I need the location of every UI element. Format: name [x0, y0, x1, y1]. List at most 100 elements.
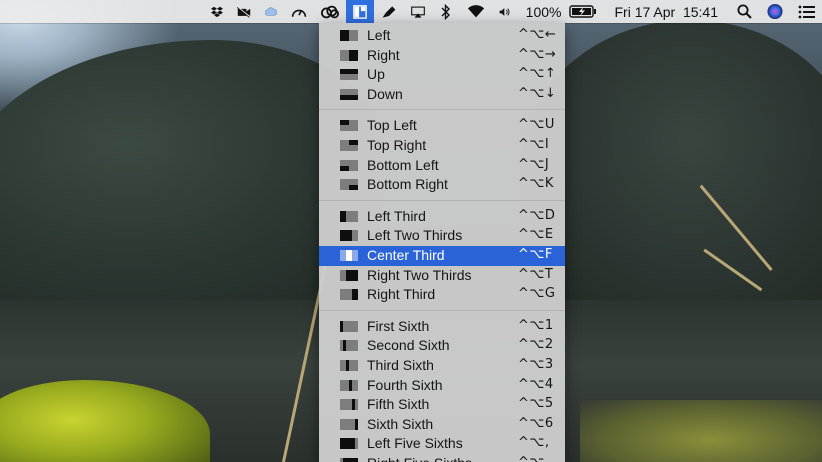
two-thirds-right-icon — [340, 269, 358, 281]
menu-item-shortcut: ^⌥G — [518, 286, 556, 302]
menu-item-label: Top Left — [367, 117, 417, 134]
menu-item-label: Down — [367, 85, 403, 102]
menu-item-label: Left Five Sixths — [367, 435, 463, 452]
airplay-icon[interactable] — [404, 0, 432, 23]
sixth-1-icon — [340, 320, 358, 332]
menu-item-left-five-sixths[interactable]: Left Five Sixths ^⌥, — [319, 434, 565, 454]
battery-percent-text: 100% — [525, 3, 562, 20]
menu-item-label: First Sixth — [367, 317, 430, 334]
menu-item-shortcut: ^⌥E — [518, 227, 554, 243]
menu-item-label: Left — [367, 27, 391, 43]
menu-item-shortcut: ^⌥4 — [518, 376, 554, 392]
menu-item-bottom-right[interactable]: Bottom Right ^⌥K — [319, 175, 565, 195]
five-sixths-right-icon — [340, 458, 358, 462]
half-right-icon — [340, 49, 358, 61]
clock[interactable]: Fri 17 Apr 15:41 — [602, 0, 728, 23]
five-sixths-left-icon — [340, 438, 358, 450]
menu-item-shortcut: ^⌥J — [518, 156, 550, 172]
menu-item-label: Sixth Sixth — [367, 415, 434, 432]
two-thirds-left-icon — [340, 230, 358, 242]
third-right-icon — [340, 289, 358, 301]
menu-separator — [319, 309, 565, 312]
menu-item-shortcut: ^⌥K — [518, 176, 554, 192]
sixth-2-icon — [340, 340, 358, 352]
menu-item-shortcut: ^⌥↓ — [518, 85, 557, 101]
third-left-icon — [340, 210, 358, 222]
menu-bar: 100% Fri 17 Apr 15:41 — [0, 0, 822, 23]
quarter-top-left-icon — [340, 120, 358, 132]
menu-item-shortcut: ^⌥3 — [518, 357, 554, 372]
window-layout-icon[interactable] — [345, 0, 374, 23]
menu-item-bottom-left[interactable]: Bottom Left ^⌥J — [319, 156, 565, 176]
speedometer-icon[interactable] — [284, 0, 314, 23]
menu-item-left-third[interactable]: Left Third ^⌥D — [319, 207, 565, 227]
menu-item-third-sixth[interactable]: Third Sixth ^⌥3 — [319, 356, 565, 376]
dropbox-icon[interactable] — [204, 0, 230, 23]
menu-item-down[interactable]: Down ^⌥↓ — [319, 85, 565, 105]
menu-item-shortcut: ^⌥1 — [518, 317, 554, 333]
menu-item-shortcut: ^⌥. — [518, 455, 550, 462]
pen-icon[interactable] — [374, 0, 404, 23]
menu-item-shortcut: ^⌥T — [518, 266, 554, 282]
menu-item-up[interactable]: Up ^⌥↑ — [319, 65, 565, 85]
menu-item-label: Second Sixth — [367, 337, 450, 354]
menu-separator — [319, 109, 565, 111]
menu-separator — [319, 199, 565, 202]
half-left-icon — [340, 30, 358, 41]
datetime-text: Fri 17 Apr 15:41 — [614, 3, 718, 20]
menu-item-shortcut: ^⌥2 — [518, 337, 554, 353]
menu-item-left-two-thirds[interactable]: Left Two Thirds ^⌥E — [319, 226, 565, 246]
menu-item-right-five-sixths[interactable]: Right Five Sixths ^⌥. — [319, 454, 565, 462]
menu-item-label: Up — [367, 66, 385, 83]
menu-item-right-third[interactable]: Right Third ^⌥G — [319, 285, 565, 305]
list-icon[interactable] — [790, 0, 822, 23]
search-icon[interactable] — [728, 0, 760, 23]
siri-icon[interactable] — [760, 0, 790, 23]
battery-percentage[interactable]: 100% — [518, 0, 565, 23]
third-center-icon — [340, 250, 358, 261]
window-layout-menu: Left ^⌥← Right ^⌥→ Up ^⌥↑ Down ^⌥↓ Top Left ^⌥U To… — [319, 23, 565, 462]
menu-item-fifth-sixth[interactable]: Fifth Sixth ^⌥5 — [319, 395, 565, 415]
menu-item-label: Fourth Sixth — [367, 376, 443, 393]
creative-cloud-icon[interactable] — [314, 0, 346, 23]
menu-item-right-two-thirds[interactable]: Right Two Thirds ^⌥T — [319, 266, 565, 286]
sixth-3-icon — [340, 360, 358, 371]
menu-item-label: Right Five Sixths — [367, 455, 472, 462]
menu-item-label: Bottom Left — [367, 156, 439, 173]
menu-item-label: Left Two Thirds — [367, 227, 463, 244]
sixth-6-icon — [340, 418, 358, 430]
menu-item-right[interactable]: Right ^⌥→ — [319, 46, 565, 66]
camera-off-icon[interactable] — [230, 0, 258, 23]
menu-item-label: Center Third — [367, 247, 445, 263]
quarter-bottom-left-icon — [340, 159, 358, 171]
menu-item-shortcut: ^⌥I — [518, 137, 550, 152]
sixth-5-icon — [340, 399, 358, 411]
menu-item-label: Fifth Sixth — [367, 396, 430, 413]
sixth-4-icon — [340, 379, 358, 391]
menu-item-shortcut: ^⌥← — [518, 27, 557, 42]
menu-item-shortcut: ^⌥F — [518, 247, 553, 262]
menu-item-label: Left Third — [367, 207, 426, 224]
menu-item-second-sixth[interactable]: Second Sixth ^⌥2 — [319, 336, 565, 356]
volume-icon[interactable] — [492, 0, 518, 23]
menu-item-label: Top Right — [367, 137, 427, 153]
cloud-icon[interactable] — [258, 0, 284, 23]
menu-item-top-right[interactable]: Top Right ^⌥I — [319, 136, 565, 156]
menu-item-label: Right Third — [367, 286, 436, 303]
menu-item-shortcut: ^⌥↑ — [518, 66, 557, 82]
menu-item-shortcut: ^⌥U — [518, 117, 555, 133]
menu-item-top-left[interactable]: Top Left ^⌥U — [319, 116, 565, 136]
menu-item-shortcut: ^⌥, — [518, 435, 550, 451]
menu-item-shortcut: ^⌥5 — [518, 396, 554, 412]
menu-item-center-third[interactable]: Center Third ^⌥F — [319, 246, 565, 266]
menu-item-fourth-sixth[interactable]: Fourth Sixth ^⌥4 — [319, 376, 565, 396]
battery-icon[interactable] — [564, 0, 602, 23]
menu-item-left[interactable]: Left ^⌥← — [319, 26, 565, 46]
bluetooth-icon[interactable] — [432, 0, 460, 23]
menu-item-label: Third Sixth — [367, 357, 434, 373]
menu-item-shortcut: ^⌥D — [518, 207, 556, 223]
menu-item-label: Right — [367, 46, 400, 63]
menu-item-first-sixth[interactable]: First Sixth ^⌥1 — [319, 317, 565, 337]
menu-item-sixth-sixth[interactable]: Sixth Sixth ^⌥6 — [319, 415, 565, 435]
wifi-icon[interactable] — [460, 0, 492, 23]
